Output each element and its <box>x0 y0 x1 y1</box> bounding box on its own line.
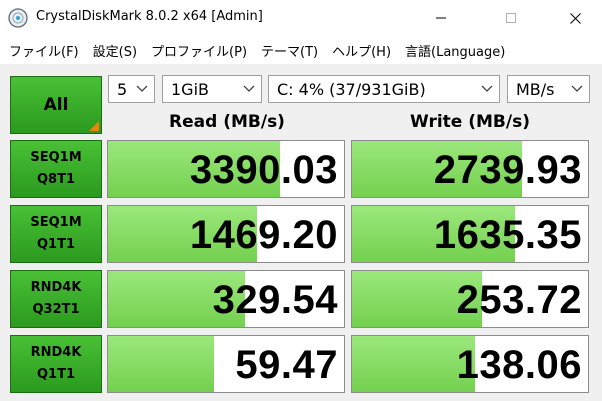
drive-value: C: 4% (37/931GiB) <box>277 79 426 99</box>
minimize-icon <box>436 17 446 19</box>
app-icon <box>8 8 28 28</box>
test-button-line1: SEQ1M <box>30 150 82 165</box>
test-button-line1: RND4K <box>30 345 82 360</box>
maximize-button[interactable] <box>488 0 534 36</box>
write-result-value: 2739.93 <box>433 148 582 192</box>
write-result-value: 138.06 <box>456 343 582 387</box>
test-button-line2: Q1T1 <box>36 367 75 382</box>
maximize-icon <box>506 13 516 23</box>
test-button-line2: Q1T1 <box>36 237 75 252</box>
test-count-select[interactable]: 5 <box>108 75 155 103</box>
read-result-cell: 1469.20 <box>107 205 345 263</box>
test-button-line2: Q32T1 <box>32 302 80 317</box>
test-count-value: 5 <box>117 79 128 99</box>
menu-profile[interactable]: プロファイル(P) <box>148 41 250 60</box>
menu-bar: ファイル(F) 設定(S) プロファイル(P) テーマ(T) ヘルプ(H) 言語… <box>0 36 602 64</box>
drive-select[interactable]: C: 4% (37/931GiB) <box>268 75 500 103</box>
read-column-header: Read (MB/s) <box>169 112 285 132</box>
unit-value: MB/s <box>516 79 555 99</box>
write-result-cell: 138.06 <box>351 335 589 393</box>
write-result-value: 1635.35 <box>433 213 582 257</box>
menu-help[interactable]: ヘルプ(H) <box>329 41 394 60</box>
test-button-rnd4k-q1t1[interactable]: RND4K Q1T1 <box>10 335 102 393</box>
test-button-line1: SEQ1M <box>30 215 82 230</box>
corner-accent <box>89 121 99 131</box>
test-button-seq1m-q8t1[interactable]: SEQ1M Q8T1 <box>10 140 102 198</box>
read-result-cell: 59.47 <box>107 335 345 393</box>
menu-language[interactable]: 言語(Language) <box>402 41 508 60</box>
close-button[interactable] <box>552 0 598 36</box>
write-result-cell: 1635.35 <box>351 205 589 263</box>
chevron-down-icon <box>571 85 583 92</box>
read-result-cell: 329.54 <box>107 270 345 328</box>
close-icon <box>569 12 581 24</box>
read-progress-bar <box>108 336 215 392</box>
chevron-down-icon <box>481 85 493 92</box>
read-result-value: 3390.03 <box>189 148 338 192</box>
test-size-value: 1GiB <box>171 79 209 99</box>
chevron-down-icon <box>243 85 255 92</box>
unit-select[interactable]: MB/s <box>507 75 590 103</box>
write-column-header: Write (MB/s) <box>410 112 530 132</box>
chevron-down-icon <box>136 85 148 92</box>
test-button-line2: Q8T1 <box>36 172 75 187</box>
read-result-value: 1469.20 <box>189 213 338 257</box>
title-bar[interactable]: CrystalDiskMark 8.0.2 x64 [Admin] <box>0 0 602 36</box>
menu-file[interactable]: ファイル(F) <box>6 41 82 60</box>
test-button-rnd4k-q32t1[interactable]: RND4K Q32T1 <box>10 270 102 328</box>
all-button-label: All <box>43 95 69 115</box>
read-result-cell: 3390.03 <box>107 140 345 198</box>
write-result-cell: 2739.93 <box>351 140 589 198</box>
write-result-cell: 253.72 <box>351 270 589 328</box>
write-result-value: 253.72 <box>456 278 582 322</box>
minimize-button[interactable] <box>418 0 464 36</box>
window-title: CrystalDiskMark 8.0.2 x64 [Admin] <box>36 9 263 24</box>
all-button[interactable]: All <box>10 76 102 134</box>
read-result-value: 329.54 <box>212 278 338 322</box>
menu-settings[interactable]: 設定(S) <box>90 41 140 60</box>
test-button-seq1m-q1t1[interactable]: SEQ1M Q1T1 <box>10 205 102 263</box>
read-result-value: 59.47 <box>235 343 338 387</box>
test-button-line1: RND4K <box>30 280 82 295</box>
test-size-select[interactable]: 1GiB <box>162 75 262 103</box>
menu-theme[interactable]: テーマ(T) <box>258 41 321 60</box>
